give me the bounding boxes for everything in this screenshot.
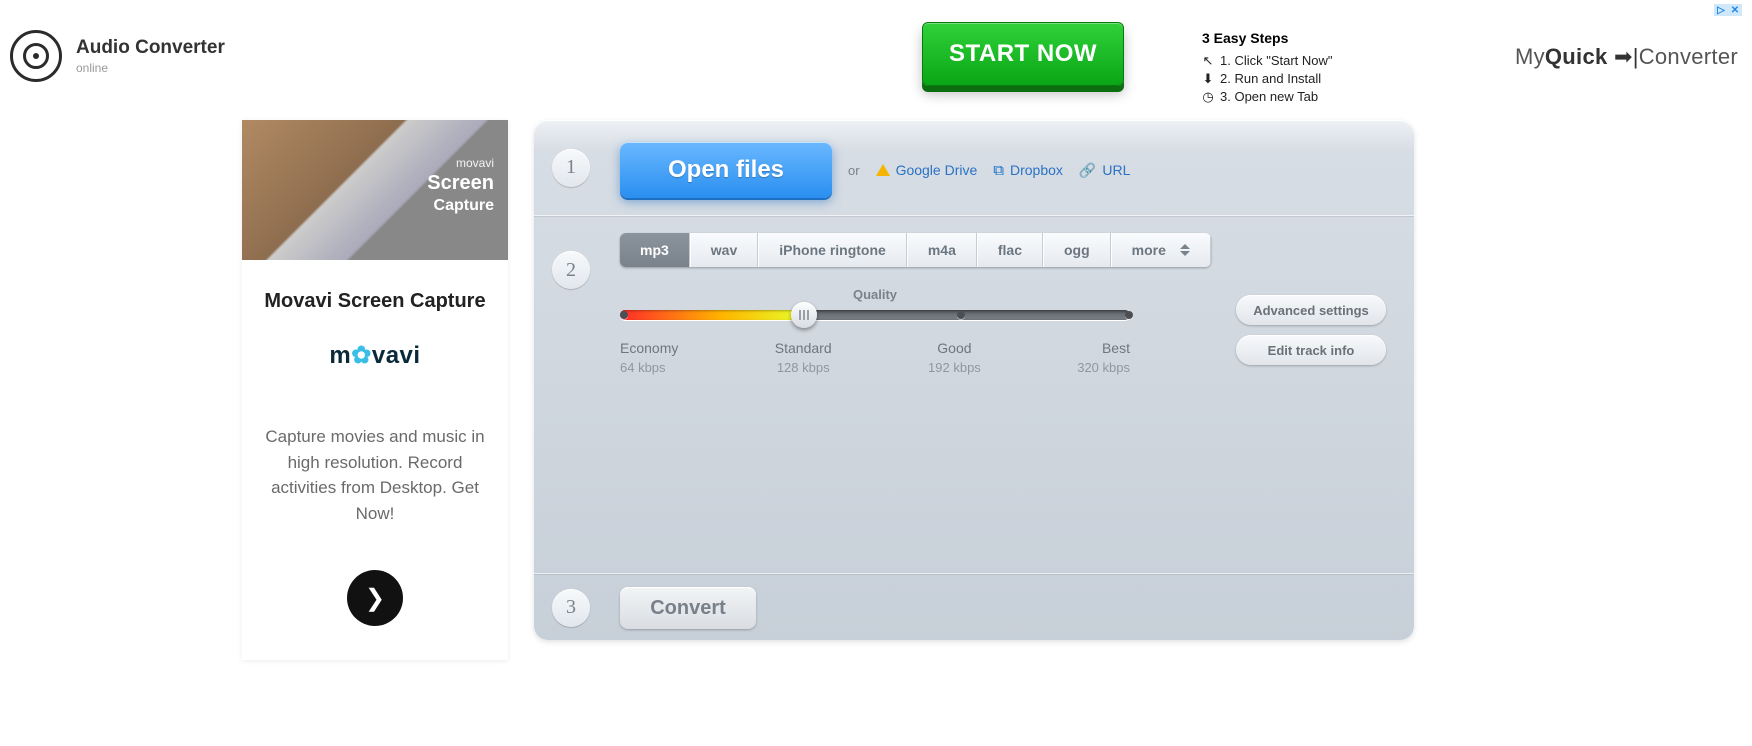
- section-open-files: 1 Open files or Google Drive ⧉ Dropbox 🔗…: [534, 120, 1414, 216]
- tab-mp3[interactable]: mp3: [620, 233, 690, 267]
- slider-fill: [620, 310, 804, 320]
- install-steps: 3 Easy Steps ↖ 1. Click "Start Now" ⬇ 2. R…: [1202, 30, 1333, 107]
- google-drive-icon: [876, 164, 890, 176]
- start-now-button[interactable]: START NOW: [922, 22, 1124, 86]
- tick-standard: Standard128 kbps: [775, 340, 832, 375]
- tab-iphone-ringtone[interactable]: iPhone ringtone: [758, 233, 907, 267]
- dropbox-link[interactable]: ⧉ Dropbox: [993, 162, 1063, 179]
- arrow-right-icon: ➡: [1614, 44, 1633, 69]
- quality-label: Quality: [620, 287, 1130, 302]
- edit-track-info-button[interactable]: Edit track info: [1236, 335, 1386, 365]
- step-3-text: 3. Open new Tab: [1220, 88, 1318, 106]
- tab-more[interactable]: more: [1111, 233, 1211, 267]
- ad-brand-logo: m✿vavi: [260, 341, 490, 370]
- tab-m4a[interactable]: m4a: [907, 233, 977, 267]
- ad-description: Capture movies and music in high resolut…: [260, 424, 490, 526]
- adchoices-icon[interactable]: ▷✕: [1714, 4, 1742, 16]
- quality-block: Quality Economy64 kbps Standard128 kbps …: [620, 287, 1130, 375]
- slider-stop-economy: [620, 311, 628, 319]
- app-subtitle: online: [76, 61, 225, 75]
- top-banner-ad: ▷✕ START NOW 3 Easy Steps ↖ 1. Click "Sta…: [922, 4, 1742, 104]
- chevron-right-icon: ❯: [365, 584, 385, 613]
- format-tabs: mp3 wav iPhone ringtone m4a flac ogg mor…: [620, 233, 1211, 267]
- app-logo: Audio Converter online: [10, 30, 225, 82]
- step-2-text: 2. Run and Install: [1220, 70, 1321, 88]
- tab-wav[interactable]: wav: [690, 233, 758, 267]
- convert-button[interactable]: Convert: [620, 587, 756, 629]
- download-icon: ⬇: [1202, 70, 1214, 88]
- record-icon: [10, 30, 62, 82]
- section-format-quality: 2 mp3 wav iPhone ringtone m4a flac ogg m…: [534, 216, 1414, 574]
- step-badge-1: 1: [552, 149, 590, 187]
- tick-economy: Economy64 kbps: [620, 340, 678, 375]
- slider-handle[interactable]: [791, 302, 817, 328]
- slider-stop-best: [1125, 311, 1133, 319]
- tick-good: Good192 kbps: [928, 340, 981, 375]
- step-badge-3: 3: [552, 589, 590, 627]
- step-badge-2: 2: [552, 251, 590, 289]
- google-drive-link[interactable]: Google Drive: [876, 162, 978, 178]
- dropbox-icon: ⧉: [993, 162, 1004, 179]
- banner-brand: MyQuick ➡|Converter: [1515, 44, 1738, 70]
- quality-slider[interactable]: [620, 310, 1130, 320]
- url-link[interactable]: 🔗 URL: [1079, 162, 1130, 179]
- tick-best: Best320 kbps: [1077, 340, 1130, 375]
- step-1-text: 1. Click "Start Now": [1220, 52, 1333, 70]
- section-convert: 3 Convert: [534, 574, 1414, 640]
- clock-icon: ◷: [1202, 88, 1214, 106]
- slider-stop-good: [957, 311, 965, 319]
- ad-hero-image: movavi Screen Capture: [242, 120, 508, 260]
- link-icon: 🔗: [1079, 162, 1096, 179]
- or-label: or: [848, 163, 860, 178]
- steps-heading: 3 Easy Steps: [1202, 30, 1333, 46]
- converter-panel: 1 Open files or Google Drive ⧉ Dropbox 🔗…: [534, 120, 1414, 640]
- tab-flac[interactable]: flac: [977, 233, 1043, 267]
- cursor-icon: ↖: [1202, 52, 1214, 70]
- tab-ogg[interactable]: ogg: [1043, 233, 1111, 267]
- ad-heading: Movavi Screen Capture: [260, 290, 490, 313]
- open-files-button[interactable]: Open files: [620, 142, 832, 198]
- app-title: Audio Converter: [76, 37, 225, 59]
- advanced-settings-button[interactable]: Advanced settings: [1236, 295, 1386, 325]
- sidebar-ad: ▷✕ movavi Screen Capture Movavi Screen C…: [242, 120, 508, 660]
- ad-go-button[interactable]: ❯: [347, 570, 403, 626]
- chevron-updown-icon: [1180, 244, 1190, 256]
